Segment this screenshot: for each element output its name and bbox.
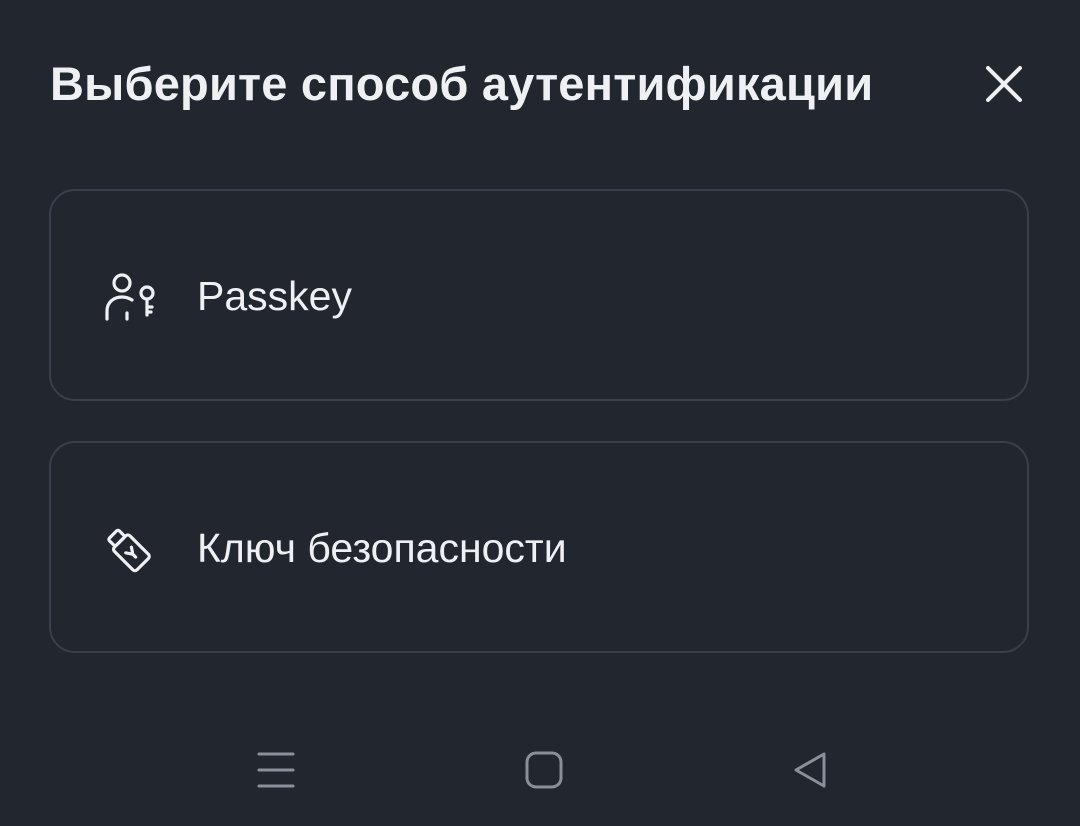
close-button[interactable] xyxy=(982,62,1026,106)
option-security-key-label: Ключ безопасности xyxy=(197,525,567,571)
dialog-title: Выберите способ аутентификации xyxy=(50,57,874,110)
option-passkey[interactable]: Passkey xyxy=(49,189,1029,401)
back-icon xyxy=(794,752,826,788)
option-security-key[interactable]: Ключ безопасности xyxy=(49,441,1029,653)
home-icon xyxy=(525,751,563,789)
dialog-header: Выберите способ аутентификации xyxy=(50,50,1030,120)
system-navigation-bar xyxy=(0,730,1080,810)
security-key-icon xyxy=(103,523,157,577)
option-passkey-label: Passkey xyxy=(197,273,352,319)
nav-menu-button[interactable] xyxy=(254,748,298,792)
auth-method-sheet: Выберите способ аутентификации Passkey К… xyxy=(0,0,1080,826)
nav-home-button[interactable] xyxy=(522,748,566,792)
menu-icon xyxy=(257,752,295,788)
passkey-icon xyxy=(103,271,157,325)
close-icon xyxy=(986,66,1022,102)
nav-back-button[interactable] xyxy=(788,748,832,792)
